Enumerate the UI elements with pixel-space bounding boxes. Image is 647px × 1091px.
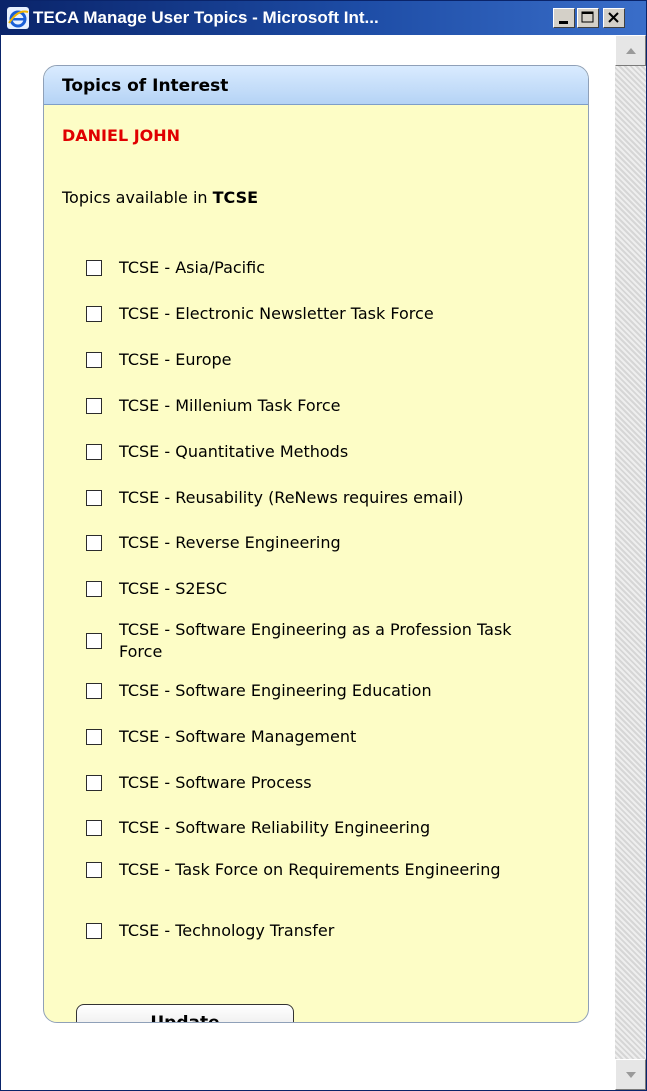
topic-label: TCSE - Europe [119,350,232,369]
topic-item[interactable]: TCSE - Software Management [86,727,356,746]
topic-checkbox[interactable] [86,534,102,551]
topic-item[interactable]: TCSE - Electronic Newsletter Task Force [86,304,434,323]
topics-group-name: TCSE [212,188,259,207]
topic-label: TCSE - Electronic Newsletter Task Force [119,304,434,323]
topic-item[interactable]: TCSE - Software Engineering Education [86,681,432,700]
topic-item[interactable]: TCSE - Reverse Engineering [86,533,341,552]
close-icon [608,12,619,23]
panel-title: Topics of Interest [62,76,229,96]
topic-label: TCSE - Task Force on Requirements Engine… [119,860,501,879]
topic-label: TCSE - Software Engineering as a Profess… [119,620,512,661]
topic-checkbox[interactable] [86,259,102,276]
topic-checkbox[interactable] [86,728,102,745]
scroll-up-button[interactable] [615,35,646,66]
topic-checkbox[interactable] [86,489,102,506]
topic-checkbox[interactable] [86,633,102,649]
topic-label: TCSE - Software Management [119,727,357,746]
topic-label: TCSE - S2ESC [119,579,227,598]
topic-item[interactable]: TCSE - S2ESC [86,579,227,598]
user-name: DANIEL JOHN [62,126,181,145]
topic-item[interactable]: TCSE - Software Engineering as a Profess… [86,619,559,663]
page-content: Topics of Interest DANIEL JOHN Topics av… [3,35,615,1090]
topics-panel: Topics of Interest DANIEL JOHN Topics av… [43,65,589,1023]
topic-checkbox[interactable] [86,819,102,836]
topic-label: TCSE - Reverse Engineering [119,533,341,552]
topic-checkbox[interactable] [86,305,102,322]
topic-label: TCSE - Technology Transfer [119,921,335,940]
minimize-icon [559,21,568,24]
topic-checkbox[interactable] [86,351,102,368]
topic-checkbox[interactable] [86,922,102,939]
topic-checkbox[interactable] [86,774,102,791]
topic-checkbox[interactable] [86,862,102,878]
scroll-down-button[interactable] [615,1059,646,1090]
topic-item[interactable]: TCSE - Technology Transfer [86,921,334,940]
browser-window: TECA Manage User Topics - Microsoft Int.… [0,0,647,1091]
topic-item[interactable]: TCSE - Software Process [86,773,312,792]
maximize-icon [581,11,594,23]
topic-item[interactable]: TCSE - Asia/Pacific [86,258,265,277]
close-button[interactable] [603,8,625,28]
topic-item[interactable]: TCSE - Task Force on Requirements Engine… [86,859,559,881]
topic-label: TCSE - Software Reliability Engineering [119,818,431,837]
window-title: TECA Manage User Topics - Microsoft Int.… [33,8,379,27]
topic-label: TCSE - Reusability (ReNews requires emai… [119,488,464,507]
topic-item[interactable]: TCSE - Europe [86,350,231,369]
topic-checkbox[interactable] [86,397,102,414]
topic-label: TCSE - Software Engineering Education [119,681,432,700]
vertical-scrollbar[interactable] [615,35,646,1090]
topic-item[interactable]: TCSE - Quantitative Methods [86,442,348,461]
topic-item[interactable]: TCSE - Software Reliability Engineering [86,818,430,837]
topic-item[interactable]: TCSE - Reusability (ReNews requires emai… [86,488,464,507]
topic-checkbox[interactable] [86,580,102,597]
maximize-button[interactable] [577,8,599,28]
update-button[interactable]: Update [76,1004,294,1022]
scroll-down-arrow-icon [626,1072,636,1078]
scroll-up-arrow-icon [626,48,636,54]
topic-label: TCSE - Asia/Pacific [119,258,265,277]
topics-available-text: Topics available in TCSE [62,188,258,207]
topic-checkbox[interactable] [86,443,102,460]
topic-item[interactable]: TCSE - Millenium Task Force [86,396,341,415]
topics-available-prefix: Topics available in [62,188,213,207]
internet-explorer-icon [7,7,29,29]
topic-label: TCSE - Quantitative Methods [119,442,349,461]
minimize-button[interactable] [553,8,575,28]
topic-checkbox[interactable] [86,682,102,699]
title-bar[interactable]: TECA Manage User Topics - Microsoft Int.… [1,1,646,35]
topic-label: TCSE - Software Process [119,773,312,792]
topic-label: TCSE - Millenium Task Force [119,396,341,415]
